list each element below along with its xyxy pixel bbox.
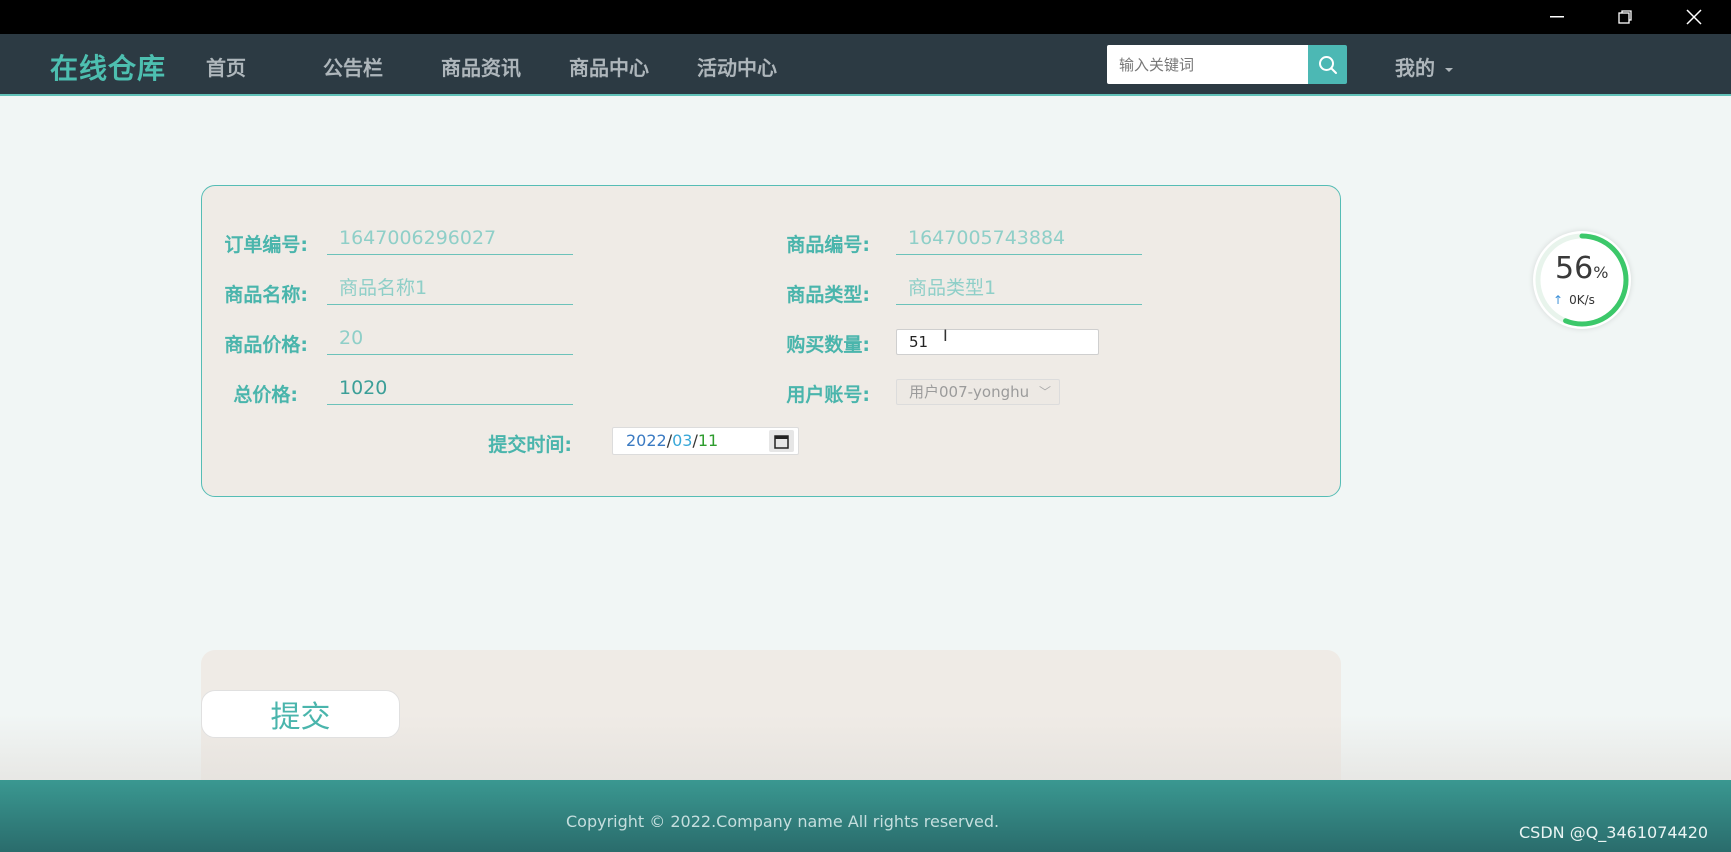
- account-label: 用户账号:: [786, 384, 870, 406]
- date-month: 03: [672, 431, 693, 450]
- calendar-icon[interactable]: [769, 430, 794, 452]
- search-box: [1107, 45, 1347, 84]
- speed-percent: 56%: [1555, 251, 1609, 286]
- network-speed-widget[interactable]: 56% ↑ 0K/s: [1533, 231, 1631, 329]
- upload-arrow-icon: ↑: [1553, 293, 1564, 307]
- account-select-value: 用户007-yonghu: [909, 383, 1030, 401]
- search-input[interactable]: [1107, 45, 1308, 84]
- goods-type-field[interactable]: 商品类型1: [896, 273, 1142, 305]
- account-select[interactable]: 用户007-yonghu ﹀: [896, 379, 1060, 405]
- chevron-down-icon: ﹀: [1038, 385, 1051, 399]
- close-icon[interactable]: [1660, 0, 1728, 34]
- submit-button[interactable]: 提交: [201, 690, 400, 738]
- brand-logo[interactable]: 在线仓库: [50, 47, 166, 87]
- submit-date-input[interactable]: 2022/03/11: [612, 427, 799, 455]
- submit-time-label: 提交时间:: [488, 434, 572, 456]
- chevron-down-icon: [1445, 67, 1453, 72]
- copyright-text: Copyright © 2022.Company name All rights…: [566, 812, 1000, 831]
- qty-label: 购买数量:: [786, 334, 870, 356]
- goods-no-field[interactable]: 1647005743884: [896, 223, 1142, 255]
- order-no-field[interactable]: 1647006296027: [327, 223, 573, 255]
- nav-item-goods[interactable]: 商品中心: [569, 52, 649, 81]
- total-price-label: 总价格:: [233, 384, 298, 406]
- goods-name-field[interactable]: 商品名称1: [327, 273, 573, 305]
- search-icon: [1318, 55, 1337, 74]
- watermark-text: CSDN @Q_3461074420: [1519, 823, 1709, 842]
- top-navbar: 在线仓库 首页 公告栏 商品资讯 商品中心 活动中心 我的: [0, 34, 1731, 96]
- restore-icon[interactable]: [1591, 0, 1659, 34]
- mine-dropdown[interactable]: 我的: [1395, 52, 1453, 81]
- text-cursor-icon: I: [943, 326, 948, 345]
- qty-input[interactable]: 51: [896, 329, 1099, 355]
- page-footer: Copyright © 2022.Company name All rights…: [0, 780, 1731, 852]
- nav-item-activity[interactable]: 活动中心: [697, 52, 777, 81]
- mine-label: 我的: [1395, 56, 1435, 80]
- total-price-field[interactable]: 1020: [327, 373, 573, 405]
- nav-item-news[interactable]: 商品资讯: [441, 52, 521, 81]
- speed-rate: ↑ 0K/s: [1553, 293, 1595, 307]
- goods-type-label: 商品类型:: [786, 284, 870, 306]
- price-field[interactable]: 20: [327, 323, 573, 355]
- window-titlebar: [0, 0, 1731, 34]
- date-day: 11: [697, 431, 719, 450]
- minimize-icon[interactable]: [1523, 0, 1591, 34]
- price-label: 商品价格:: [224, 334, 308, 356]
- nav-item-notice[interactable]: 公告栏: [323, 52, 383, 81]
- search-button[interactable]: [1308, 45, 1347, 84]
- order-form-card: 订单编号: 1647006296027 商品编号: 1647005743884 …: [201, 185, 1341, 497]
- goods-no-label: 商品编号:: [786, 234, 870, 256]
- nav-item-home[interactable]: 首页: [206, 52, 246, 81]
- order-no-label: 订单编号:: [224, 234, 308, 256]
- goods-name-label: 商品名称:: [224, 284, 308, 306]
- date-year: 2022: [626, 431, 667, 450]
